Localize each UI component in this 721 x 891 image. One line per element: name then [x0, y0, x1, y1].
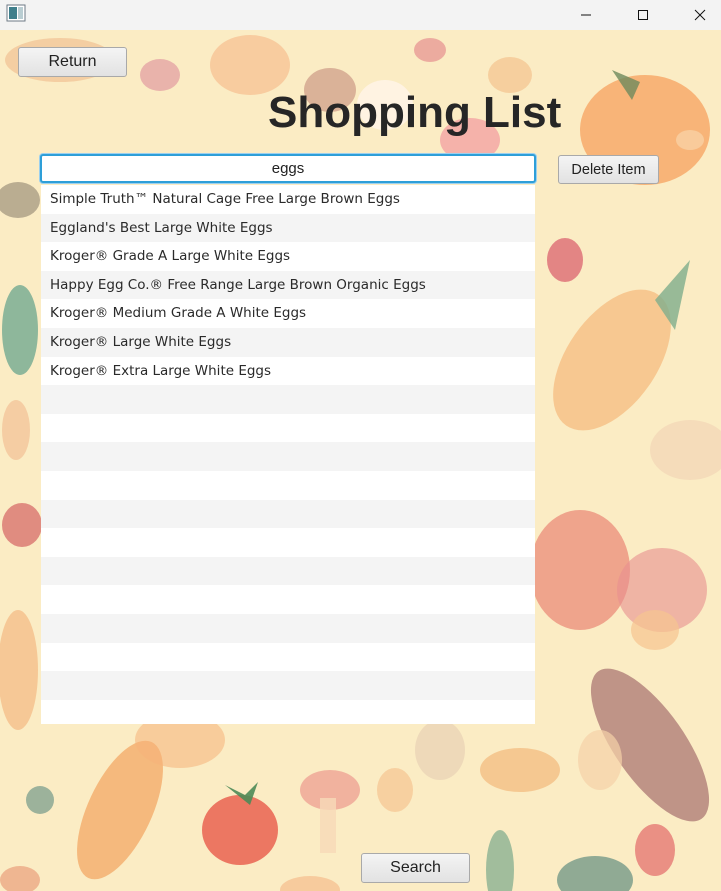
list-item[interactable]: Kroger® Extra Large White Eggs	[41, 356, 535, 386]
list-item[interactable]	[41, 585, 535, 614]
list-item[interactable]: Kroger® Grade A Large White Eggs	[41, 242, 535, 271]
app-icon	[6, 4, 26, 22]
close-icon	[694, 9, 706, 21]
list-item[interactable]	[41, 499, 535, 529]
list-item[interactable]: Kroger® Medium Grade A White Eggs	[41, 299, 535, 328]
results-list[interactable]: Simple Truth™ Natural Cage Free Large Br…	[41, 185, 535, 724]
list-item[interactable]	[41, 556, 535, 586]
list-item[interactable]: Eggland's Best Large White Eggs	[41, 213, 535, 243]
list-item[interactable]	[41, 642, 535, 672]
list-item[interactable]	[41, 671, 535, 700]
list-item[interactable]	[41, 699, 535, 724]
list-item[interactable]	[41, 470, 535, 500]
page-title: Shopping List	[268, 88, 562, 137]
search-button[interactable]: Search	[361, 853, 470, 883]
list-item[interactable]: Happy Egg Co.® Free Range Large Brown Or…	[41, 270, 535, 300]
minimize-icon	[581, 14, 591, 16]
window-titlebar	[0, 0, 721, 30]
list-item[interactable]	[41, 385, 535, 414]
list-item[interactable]	[41, 413, 535, 443]
maximize-icon	[638, 10, 648, 20]
delete-item-button[interactable]: Delete Item	[558, 155, 659, 184]
minimize-button[interactable]	[563, 0, 609, 30]
list-item[interactable]	[41, 528, 535, 557]
list-item[interactable]: Kroger® Large White Eggs	[41, 327, 535, 357]
close-button[interactable]	[677, 0, 721, 30]
maximize-button[interactable]	[620, 0, 666, 30]
return-button[interactable]: Return	[18, 47, 127, 77]
list-item[interactable]	[41, 613, 535, 643]
list-item[interactable]	[41, 442, 535, 471]
search-input[interactable]	[40, 154, 536, 183]
list-item[interactable]: Simple Truth™ Natural Cage Free Large Br…	[41, 185, 535, 214]
